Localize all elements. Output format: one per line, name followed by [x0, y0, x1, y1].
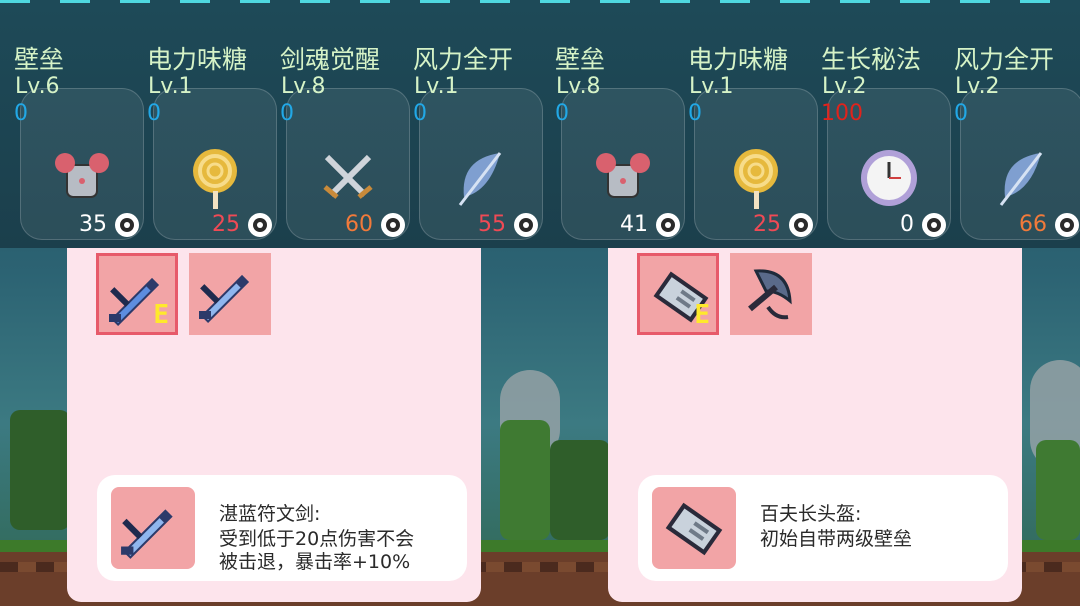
feather-icon [450, 147, 512, 209]
item-effect-line: 初始自带两级壁垒 [760, 528, 913, 550]
blue-rune-sword-icon [121, 509, 173, 559]
skill-cost: 55 [478, 212, 506, 237]
skill-card-frame: 25 [694, 88, 818, 240]
equipped-badge: E [153, 300, 169, 330]
skill-cost: 35 [79, 212, 107, 237]
item-thumbnail [111, 487, 195, 569]
skill-name: 电力味糖 [688, 45, 789, 74]
skill-card[interactable]: 60 剑魂觉醒 Lv.8 0 [266, 0, 410, 248]
skill-card-frame: 55 [419, 88, 543, 240]
skill-card-frame: 35 [20, 88, 144, 240]
skill-count: 0 [954, 101, 968, 126]
item-name: 湛蓝符文剑: [219, 503, 321, 525]
equip-slot[interactable] [189, 253, 271, 335]
skill-card-frame: 41 [561, 88, 685, 240]
equipment-panel-right: E 百夫长头盔: 初始自带两级壁垒 [608, 248, 1022, 602]
helmet-icon [665, 502, 723, 556]
skill-card-frame: 66 [960, 88, 1080, 240]
skill-level: Lv.8 [556, 74, 601, 99]
tree [500, 420, 550, 540]
skill-card[interactable]: 66 风力全开 Lv.2 0 [940, 0, 1080, 248]
skill-name: 壁垒 [14, 45, 65, 74]
item-description-box: 百夫长头盔: 初始自带两级壁垒 [638, 475, 1008, 581]
skill-count: 0 [555, 101, 569, 126]
skill-level: Lv.1 [689, 74, 734, 99]
equip-slot[interactable]: E [96, 253, 178, 335]
skill-name: 生长秘法 [821, 45, 922, 74]
lollipop-icon [725, 147, 787, 209]
skill-cost: 66 [1019, 212, 1047, 237]
skill-card-frame: 25 [153, 88, 277, 240]
skill-level: Lv.1 [414, 74, 459, 99]
skill-card[interactable]: 55 风力全开 Lv.1 0 [399, 0, 543, 248]
skill-level: Lv.8 [281, 74, 326, 99]
feather-icon [991, 147, 1053, 209]
armor-icon [592, 147, 654, 209]
skill-cost: 60 [345, 212, 373, 237]
skill-cost: 25 [212, 212, 240, 237]
skill-name: 剑魂觉醒 [280, 45, 381, 74]
skill-count: 0 [280, 101, 294, 126]
item-description-box: 湛蓝符文剑: 受到低于20点伤害不会 被击退，暴击率+10% [97, 475, 467, 581]
skill-level: Lv.2 [822, 74, 867, 99]
lollipop-icon [184, 147, 246, 209]
skill-name: 电力味糖 [147, 45, 248, 74]
armor-icon [51, 147, 113, 209]
skill-count: 0 [413, 101, 427, 126]
blue-rune-sword-icon [199, 274, 250, 323]
axe-icon [748, 269, 792, 320]
coin-icon [1053, 211, 1080, 239]
skill-level: Lv.2 [955, 74, 1000, 99]
equipment-panel-left: E 湛蓝符文剑: 受到低于20点伤害不会 被击退，暴击率+10% [67, 248, 481, 602]
coin-icon [512, 211, 540, 239]
skill-name: 壁垒 [555, 45, 606, 74]
tree [1036, 440, 1080, 540]
tree [550, 440, 610, 540]
equip-slot[interactable]: E [637, 253, 719, 335]
skill-card[interactable]: 35 壁垒 Lv.6 0 [0, 0, 144, 248]
equipped-badge: E [694, 300, 710, 330]
skill-count: 100 [821, 101, 863, 126]
crossed-swords-icon [317, 147, 379, 209]
clock-icon [858, 147, 920, 209]
skill-count: 0 [688, 101, 702, 126]
item-thumbnail [652, 487, 736, 569]
skill-level: Lv.1 [148, 74, 193, 99]
skill-count: 0 [147, 101, 161, 126]
item-effect-line: 被击退，暴击率+10% [219, 551, 411, 573]
skill-count: 0 [14, 101, 28, 126]
skill-cost: 0 [900, 212, 914, 237]
skill-name: 风力全开 [954, 45, 1055, 74]
skill-card[interactable]: 25 电力味糖 Lv.1 0 [674, 0, 818, 248]
skill-card[interactable]: 41 壁垒 Lv.8 0 [541, 0, 685, 248]
skill-card[interactable]: 25 电力味糖 Lv.1 0 [133, 0, 277, 248]
item-name: 百夫长头盔: [760, 503, 862, 525]
skill-card[interactable]: 0 生长秘法 Lv.2 100 [807, 0, 951, 248]
skill-bar: 35 壁垒 Lv.6 0 25 电力味糖 Lv.1 0 60 剑魂觉醒 Lv.8 0 55 风力全开 Lv.… [0, 0, 1080, 248]
coin-icon [1055, 213, 1079, 237]
skill-cost: 25 [753, 212, 781, 237]
equip-slot[interactable] [730, 253, 812, 335]
skill-cost: 41 [620, 212, 648, 237]
skill-card-frame: 60 [286, 88, 410, 240]
skill-name: 风力全开 [413, 45, 514, 74]
tree [10, 410, 70, 530]
skill-level: Lv.6 [15, 74, 60, 99]
coin-icon [514, 213, 538, 237]
